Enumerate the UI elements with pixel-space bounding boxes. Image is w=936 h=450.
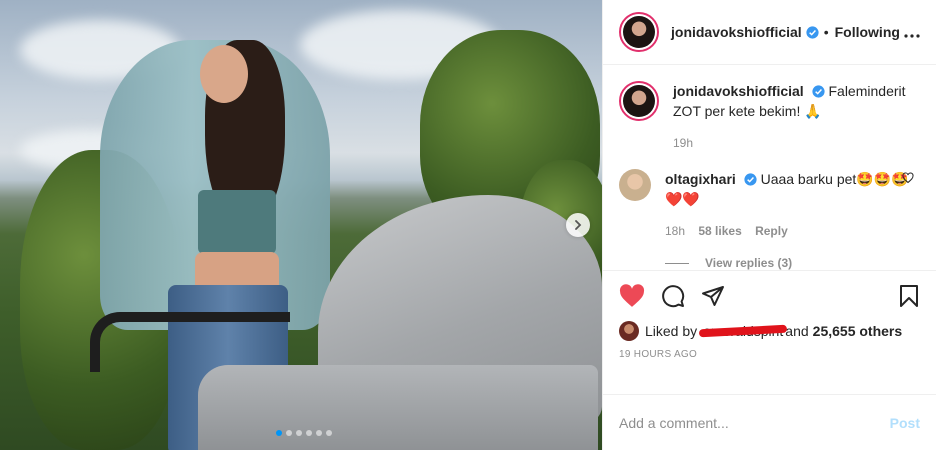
carousel-dot: [316, 430, 322, 436]
view-replies-button[interactable]: View replies (3): [665, 253, 920, 270]
like-button[interactable]: [619, 284, 645, 308]
verified-badge-icon: [744, 173, 757, 186]
carousel-dot: [286, 430, 292, 436]
more-options-button[interactable]: [904, 22, 920, 43]
comments-section: jonidavokshiofficial Faleminderit ZOT pe…: [603, 65, 936, 270]
comment-meta: 18h 58 likes Reply: [665, 221, 920, 241]
heart-icon: [619, 284, 645, 307]
carousel-dots: [276, 430, 332, 436]
author-avatar[interactable]: [619, 12, 659, 52]
caption-time[interactable]: 19h: [673, 136, 693, 150]
caption-body: jonidavokshiofficial Faleminderit ZOT pe…: [673, 81, 920, 153]
share-button[interactable]: [701, 284, 725, 308]
likes-prefix: Liked by: [645, 323, 698, 339]
save-button[interactable]: [898, 284, 920, 308]
separator-dot: •: [823, 24, 829, 40]
comment-body: oltagixhari Uaaa barku pet🤩🤩🤩❤️❤️ 18h 58…: [665, 169, 920, 270]
stroller-base: [198, 365, 598, 450]
carousel-dot: [306, 430, 312, 436]
verified-badge-icon: [806, 25, 819, 39]
caption-avatar[interactable]: [619, 81, 659, 121]
comment-time[interactable]: 18h: [665, 224, 685, 238]
avatar-image: [623, 85, 655, 117]
caption-meta: 19h: [673, 133, 920, 153]
comment-input[interactable]: [619, 414, 890, 431]
post-container: jonidavokshiofficial • Following jonidav…: [0, 0, 936, 450]
verified-badge-icon: [812, 85, 825, 98]
caption-username[interactable]: jonidavokshiofficial: [673, 83, 804, 99]
comment-button[interactable]: [661, 284, 685, 308]
comment-likes[interactable]: 58 likes: [698, 224, 741, 238]
post-panel: jonidavokshiofficial • Following jonidav…: [602, 0, 936, 450]
paper-plane-icon: [702, 286, 724, 306]
carousel-dot: [276, 430, 282, 436]
caption: jonidavokshiofficial Faleminderit ZOT pe…: [619, 81, 920, 153]
top: [198, 190, 276, 254]
heart-outline-icon: [902, 172, 914, 184]
more-icon: [904, 33, 920, 38]
likes-and: and: [785, 323, 809, 339]
likes-others[interactable]: 25,655 others: [813, 323, 903, 339]
liker-avatar[interactable]: [619, 321, 639, 341]
stroller-handle: [90, 312, 290, 372]
bookmark-icon: [900, 285, 918, 307]
reply-button[interactable]: Reply: [755, 224, 788, 238]
post-actions: Liked by emeraldspirit and 25,655 others…: [603, 270, 936, 394]
author-username[interactable]: jonidavokshiofficial: [671, 24, 802, 40]
carousel-dot: [296, 430, 302, 436]
post-photo[interactable]: [0, 0, 602, 450]
next-slide-button[interactable]: [566, 213, 590, 237]
divider-line: [665, 262, 689, 264]
liker-name[interactable]: emeraldspirit: [699, 323, 788, 339]
comment-like-button[interactable]: [902, 171, 914, 187]
chevron-right-icon: [575, 220, 582, 230]
avatar-image: [623, 16, 655, 48]
comment-item: oltagixhari Uaaa barku pet🤩🤩🤩❤️❤️ 18h 58…: [619, 169, 920, 270]
post-header: jonidavokshiofficial • Following: [603, 0, 936, 65]
likes-summary: Liked by emeraldspirit and 25,655 others: [619, 321, 920, 341]
face: [200, 45, 248, 103]
carousel-dot: [326, 430, 332, 436]
action-row: [619, 281, 920, 311]
comment-avatar[interactable]: [619, 169, 651, 201]
view-replies-label: View replies (3): [705, 256, 793, 270]
comment-icon: [662, 285, 685, 308]
comment-username[interactable]: oltagixhari: [665, 171, 736, 187]
following-button[interactable]: Following: [835, 24, 900, 40]
post-timestamp[interactable]: 19 HOURS AGO: [619, 349, 920, 360]
add-comment-bar: Post: [603, 394, 936, 450]
post-comment-button[interactable]: Post: [890, 415, 920, 431]
